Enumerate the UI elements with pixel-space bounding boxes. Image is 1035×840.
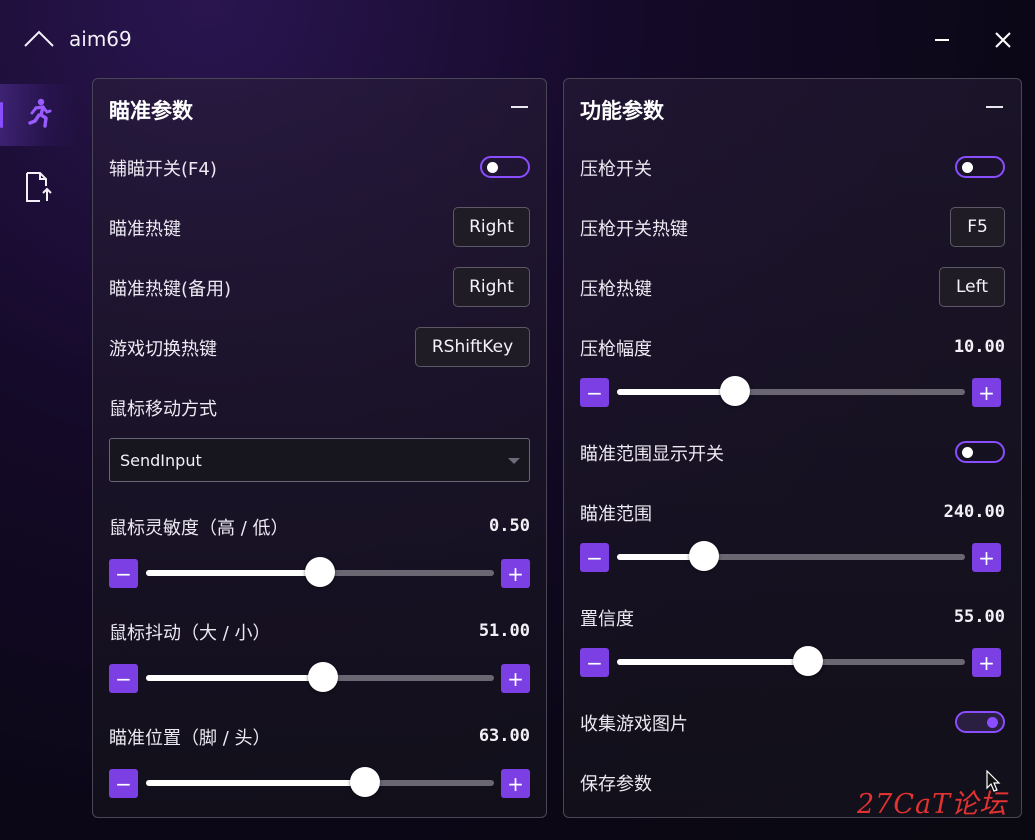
sidebar-item-aim[interactable]	[0, 84, 78, 146]
aim-position-decrease-button[interactable]: −	[109, 769, 138, 798]
recoil-strength-increase-button[interactable]: +	[972, 378, 1001, 407]
collect-images-label: 收集游戏图片	[580, 714, 688, 735]
slider-thumb[interactable]	[305, 557, 335, 587]
recoil-strength-value: 10.00	[953, 337, 1005, 357]
aim-toggle-switch[interactable]	[480, 156, 530, 178]
aim-range-display-switch[interactable]	[955, 441, 1005, 463]
jitter-value: 51.00	[478, 621, 530, 641]
aim-range-value: 240.00	[943, 502, 1005, 522]
jitter-slider[interactable]	[146, 662, 494, 692]
slider-thumb[interactable]	[308, 662, 339, 692]
app-title: aim69	[69, 27, 132, 51]
collect-images-switch[interactable]	[955, 711, 1005, 733]
close-button[interactable]	[985, 22, 1021, 58]
recoil-strength-label: 压枪幅度	[580, 339, 652, 360]
sidebar-item-export[interactable]	[0, 158, 78, 220]
title-bar: aim69	[0, 0, 1035, 78]
confidence-increase-button[interactable]: +	[972, 648, 1001, 677]
sensitivity-label: 鼠标灵敏度（高 / 低）	[109, 518, 289, 539]
running-person-icon	[26, 98, 52, 132]
recoil-strength-decrease-button[interactable]: −	[580, 378, 609, 407]
aim-range-decrease-button[interactable]: −	[580, 543, 609, 572]
slider-fill	[146, 570, 320, 576]
aim-toggle-label: 辅瞄开关(F4)	[109, 159, 217, 180]
toggle-knob	[962, 162, 973, 173]
aim-range-increase-button[interactable]: +	[972, 543, 1001, 572]
slider-fill	[617, 659, 809, 665]
slider-thumb[interactable]	[793, 646, 824, 676]
jitter-increase-button[interactable]: +	[501, 664, 530, 693]
toggle-knob	[962, 447, 973, 458]
watermark: 27CaT论坛	[857, 789, 1008, 820]
slider-thumb[interactable]	[689, 541, 719, 571]
recoil-toggle-hotkey-label: 压枪开关热键	[580, 219, 688, 240]
aim-position-value: 63.00	[478, 726, 530, 746]
toggle-knob	[487, 162, 498, 173]
toggle-knob	[987, 717, 998, 728]
mouse-move-method-label: 鼠标移动方式	[109, 399, 217, 420]
function-params-panel: 功能参数 压枪开关 压枪开关热键 F5 压枪热键 Left 压枪幅度 10.00…	[563, 78, 1022, 818]
recoil-strength-slider[interactable]	[617, 376, 965, 406]
aim-hotkey-backup-button[interactable]: Right	[453, 267, 530, 307]
sidebar	[0, 78, 78, 840]
recoil-toggle-hotkey-button[interactable]: F5	[950, 207, 1005, 247]
chevron-down-icon	[508, 458, 520, 464]
aim-hotkey-button[interactable]: Right	[453, 207, 530, 247]
aim-params-panel: 瞄准参数 辅瞄开关(F4) 瞄准热键 Right 瞄准热键(备用) Right …	[92, 78, 547, 818]
slider-thumb[interactable]	[720, 376, 751, 406]
slider-thumb[interactable]	[350, 767, 381, 797]
collapse-button[interactable]	[986, 106, 1003, 108]
aim-position-label: 瞄准位置（脚 / 头）	[109, 728, 271, 749]
aim-hotkey-label: 瞄准热键	[109, 219, 181, 240]
slider-fill	[617, 389, 736, 395]
aim-range-label: 瞄准范围	[580, 504, 652, 525]
jitter-decrease-button[interactable]: −	[109, 664, 138, 693]
sensitivity-decrease-button[interactable]: −	[109, 559, 138, 588]
minimize-button[interactable]	[924, 22, 960, 58]
confidence-label: 置信度	[580, 609, 634, 630]
confidence-slider[interactable]	[617, 646, 965, 676]
panel-title: 功能参数	[580, 99, 664, 123]
slider-fill	[146, 675, 324, 681]
recoil-toggle-switch[interactable]	[955, 156, 1005, 178]
confidence-value: 55.00	[953, 607, 1005, 627]
jitter-label: 鼠标抖动（大 / 小）	[109, 623, 271, 644]
mouse-move-method-select[interactable]: SendInput	[109, 438, 530, 482]
aim-position-slider[interactable]	[146, 767, 494, 797]
recoil-hotkey-button[interactable]: Left	[939, 267, 1005, 307]
sensitivity-slider[interactable]	[146, 557, 494, 587]
recoil-hotkey-label: 压枪热键	[580, 279, 652, 300]
aim-position-increase-button[interactable]: +	[501, 769, 530, 798]
panel-title: 瞄准参数	[109, 99, 193, 123]
slider-fill	[146, 780, 366, 786]
aim-hotkey-backup-label: 瞄准热键(备用)	[109, 279, 232, 300]
select-value: SendInput	[120, 451, 202, 470]
recoil-toggle-label: 压枪开关	[580, 159, 652, 180]
aim-range-display-label: 瞄准范围显示开关	[580, 444, 724, 465]
sensitivity-increase-button[interactable]: +	[501, 559, 530, 588]
file-export-icon	[24, 171, 54, 207]
aim-range-slider[interactable]	[617, 541, 965, 571]
save-params-button[interactable]: 保存参数	[580, 770, 652, 796]
collapse-button[interactable]	[511, 106, 528, 108]
game-switch-hotkey-button[interactable]: RShiftKey	[415, 327, 530, 367]
app-logo-icon	[22, 26, 56, 50]
confidence-decrease-button[interactable]: −	[580, 648, 609, 677]
sensitivity-value: 0.50	[489, 516, 530, 536]
game-switch-hotkey-label: 游戏切换热键	[109, 339, 217, 360]
